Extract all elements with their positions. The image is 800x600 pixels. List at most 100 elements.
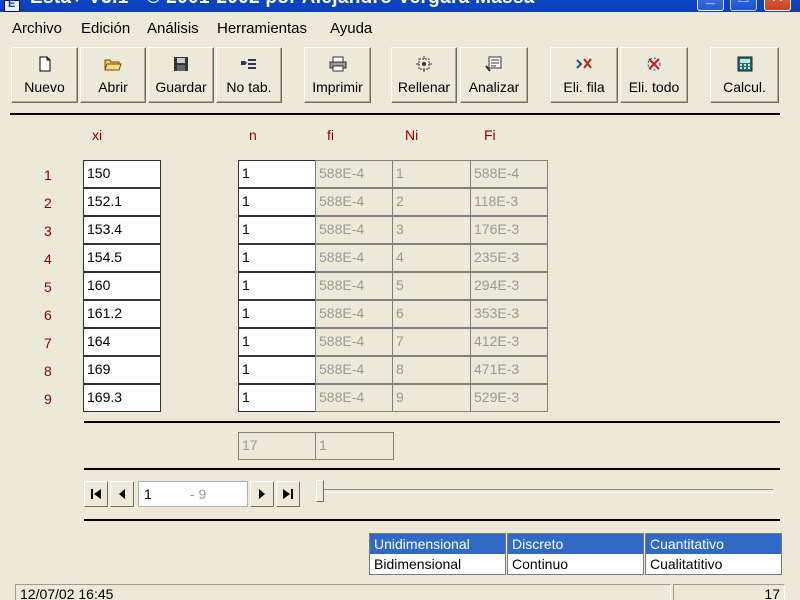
Fi-cell: 412E-3 (470, 328, 548, 356)
app-icon[interactable] (4, 0, 20, 12)
total-fi: 1 (315, 432, 394, 460)
option-cualitativo[interactable]: Cualitatitivo (646, 554, 781, 574)
header-fi: fi (327, 127, 334, 143)
close-button[interactable]: ✕ (764, 0, 791, 11)
n-cell[interactable]: 1 (238, 160, 316, 188)
menu-archivo[interactable]: Archivo (10, 20, 64, 37)
option-discreto[interactable]: Discreto (508, 534, 643, 554)
Ni-cell: 6 (392, 300, 471, 328)
option-cuantitativo[interactable]: Cuantitativo (646, 534, 781, 554)
n-cell[interactable]: 1 (238, 188, 316, 216)
Ni-cell: 1 (392, 160, 471, 188)
menu-ayuda[interactable]: Ayuda (328, 20, 374, 37)
guardar-button[interactable]: Guardar (148, 47, 214, 103)
eli-fila-button[interactable]: Eli. fila (550, 47, 618, 103)
maximize-button[interactable]: □ (730, 0, 757, 11)
imprimir-button[interactable]: Imprimir (304, 47, 371, 103)
menu-bar: Archivo Edición Análisis Herramientas Ay… (0, 19, 800, 41)
analizar-label: Analizar (468, 79, 520, 95)
n-cell[interactable]: 1 (238, 216, 316, 244)
prev-record-button[interactable] (110, 481, 134, 507)
last-record-button[interactable] (276, 481, 300, 507)
option-bidimensional[interactable]: Bidimensional (370, 554, 505, 574)
xi-cell[interactable]: 164 (83, 328, 161, 356)
delete-row-icon (576, 58, 592, 69)
type-selector[interactable]: Discreto Continuo (507, 533, 644, 575)
calcul-label: Calcul. (723, 79, 766, 95)
Fi-cell: 471E-3 (470, 356, 548, 384)
divider-nav-top (84, 468, 780, 470)
xi-cell[interactable]: 153.4 (83, 216, 161, 244)
nuevo-label: Nuevo (24, 79, 65, 95)
record-slider-thumb[interactable] (316, 480, 324, 502)
row-number: 4 (44, 251, 52, 267)
nuevo-button[interactable]: Nuevo (11, 47, 78, 103)
Ni-cell: 7 (392, 328, 471, 356)
option-continuo[interactable]: Continuo (508, 554, 643, 574)
no-tab-label: No tab. (226, 79, 272, 95)
nature-selector[interactable]: Cuantitativo Cualitatitivo (645, 533, 782, 575)
header-Ni: Ni (405, 127, 419, 143)
next-record-button[interactable] (250, 481, 274, 507)
abrir-button[interactable]: Abrir (80, 47, 146, 103)
n-cell[interactable]: 1 (238, 244, 316, 272)
dimension-selector[interactable]: Unidimensional Bidimensional (369, 533, 506, 575)
Ni-cell: 9 (392, 384, 471, 412)
row-number: 1 (44, 167, 52, 183)
eli-todo-label: Eli. todo (628, 79, 680, 95)
calcul-button[interactable]: Calcul. (710, 47, 779, 103)
status-count: 17 (673, 584, 785, 600)
last-icon (283, 489, 293, 499)
divider-top (10, 113, 780, 115)
n-cell[interactable]: 1 (238, 272, 316, 300)
fi-cell: 588E-4 (315, 244, 393, 272)
record-from: 1 (144, 486, 152, 502)
guardar-label: Guardar (155, 79, 207, 95)
Fi-cell: 118E-3 (470, 188, 548, 216)
first-record-button[interactable] (84, 481, 108, 507)
xi-cell[interactable]: 161.2 (83, 300, 161, 328)
fi-cell: 588E-4 (315, 160, 393, 188)
Fi-cell: 294E-3 (470, 272, 548, 300)
option-unidimensional[interactable]: Unidimensional (370, 534, 505, 554)
fi-cell: 588E-4 (315, 384, 393, 412)
first-icon (91, 489, 101, 499)
menu-edicion[interactable]: Edición (79, 20, 132, 37)
toolbar: Nuevo Abrir Guardar No tab. Imprimir Rel… (0, 44, 800, 106)
divider-totals (84, 421, 780, 423)
xi-cell[interactable]: 152.1 (83, 188, 161, 216)
xi-cell[interactable]: 169.3 (83, 384, 161, 412)
abrir-label: Abrir (98, 79, 128, 95)
window-title: Esta+ V3.1 - © 2001-2002 por Alejandro V… (30, 0, 535, 9)
minimize-button[interactable]: _ (697, 0, 724, 11)
rellenar-label: Rellenar (397, 79, 451, 95)
status-datetime: 12/07/02 16:45 (15, 584, 671, 600)
xi-cell[interactable]: 169 (83, 356, 161, 384)
analizar-button[interactable]: Analizar (460, 47, 528, 103)
header-Fi: Fi (484, 127, 496, 143)
rellenar-button[interactable]: Rellenar (391, 47, 457, 103)
record-slider-track[interactable] (318, 489, 773, 493)
n-cell[interactable]: 1 (238, 384, 316, 412)
xi-cell[interactable]: 154.5 (83, 244, 161, 272)
Fi-cell: 235E-3 (470, 244, 548, 272)
n-cell[interactable]: 1 (238, 328, 316, 356)
fi-cell: 588E-4 (315, 188, 393, 216)
xi-cell[interactable]: 160 (83, 272, 161, 300)
open-folder-icon (104, 59, 122, 71)
no-tab-button[interactable]: No tab. (216, 47, 282, 103)
Ni-cell: 8 (392, 356, 471, 384)
xi-cell[interactable]: 150 (83, 160, 161, 188)
Ni-cell: 5 (392, 272, 471, 300)
eli-todo-button[interactable]: Eli. todo (620, 47, 688, 103)
header-xi: xi (92, 127, 103, 143)
n-cell[interactable]: 1 (238, 300, 316, 328)
table-list-icon (241, 59, 256, 69)
fi-cell: 588E-4 (315, 272, 393, 300)
n-cell[interactable]: 1 (238, 356, 316, 384)
row-number: 9 (44, 391, 52, 407)
record-range-field[interactable]: 1 - 9 (138, 481, 248, 507)
analyze-icon (485, 56, 502, 72)
menu-herramientas[interactable]: Herramientas (215, 20, 309, 37)
menu-analisis[interactable]: Análisis (145, 20, 201, 37)
